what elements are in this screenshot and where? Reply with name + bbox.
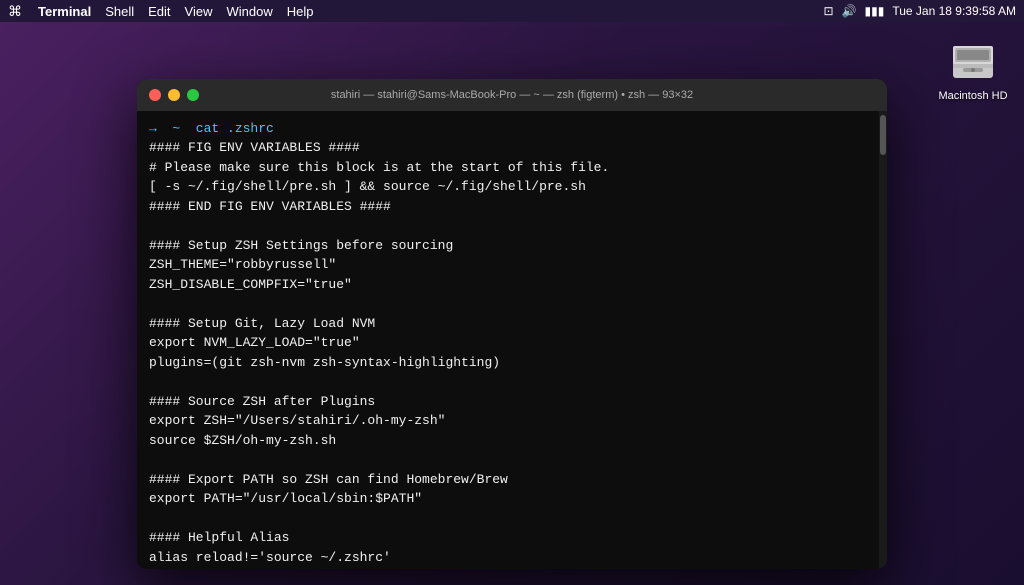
macintosh-hd-icon[interactable]: Macintosh HD (938, 38, 1008, 102)
terminal-output[interactable]: → ~ cat .zshrc #### FIG ENV VARIABLES ##… (137, 111, 879, 569)
line-22: #### Helpful Alias (149, 530, 289, 545)
terminal-titlebar: stahiri — stahiri@Sams-MacBook-Pro — ~ —… (137, 79, 887, 111)
line-16: export ZSH="/Users/stahiri/.oh-my-zsh" (149, 413, 445, 428)
line-15: #### Source ZSH after Plugins (149, 394, 375, 409)
menu-view[interactable]: View (185, 4, 213, 19)
terminal-window: stahiri — stahiri@Sams-MacBook-Pro — ~ —… (137, 79, 887, 569)
window-title: stahiri — stahiri@Sams-MacBook-Pro — ~ —… (331, 89, 693, 101)
menu-window[interactable]: Window (227, 4, 273, 19)
menubar-right: ⊡ 🔊 ▮▮▮ Tue Jan 18 9:39:58 AM (824, 4, 1016, 18)
line-3: # Please make sure this block is at the … (149, 160, 609, 175)
prompt-line-1: → ~ cat .zshrc (149, 121, 274, 136)
datetime: Tue Jan 18 9:39:58 AM (892, 4, 1016, 18)
traffic-lights (149, 89, 199, 101)
menu-terminal[interactable]: Terminal (38, 4, 91, 19)
line-5: #### END FIG ENV VARIABLES #### (149, 199, 391, 214)
apple-menu[interactable]: ⌘ (8, 3, 22, 20)
menubar-items: Terminal Shell Edit View Window Help (38, 4, 314, 19)
hd-drive-graphic (949, 38, 997, 86)
line-23: alias reload!='source ~/.zshrc' (149, 550, 391, 565)
menu-help[interactable]: Help (287, 4, 314, 19)
wifi-icon[interactable]: ⊡ (824, 4, 834, 18)
terminal-scrollbar[interactable] (879, 111, 887, 569)
maximize-button[interactable] (187, 89, 199, 101)
battery-icon[interactable]: ▮▮▮ (865, 4, 885, 18)
line-13: plugins=(git zsh-nvm zsh-syntax-highligh… (149, 355, 500, 370)
line-7: #### Setup ZSH Settings before sourcing (149, 238, 453, 253)
desktop: Macintosh HD stahiri — stahiri@Sams-MacB… (0, 22, 1024, 585)
terminal-body[interactable]: → ~ cat .zshrc #### FIG ENV VARIABLES ##… (137, 111, 887, 569)
menu-shell[interactable]: Shell (105, 4, 134, 19)
line-19: #### Export PATH so ZSH can find Homebre… (149, 472, 508, 487)
sound-icon[interactable]: 🔊 (842, 4, 857, 18)
line-2: #### FIG ENV VARIABLES #### (149, 140, 360, 155)
menubar: ⌘ Terminal Shell Edit View Window Help ⊡… (0, 0, 1024, 22)
minimize-button[interactable] (168, 89, 180, 101)
line-17: source $ZSH/oh-my-zsh.sh (149, 433, 336, 448)
line-9: ZSH_DISABLE_COMPFIX="true" (149, 277, 352, 292)
scrollbar-thumb[interactable] (880, 115, 886, 155)
line-4: [ -s ~/.fig/shell/pre.sh ] && source ~/.… (149, 179, 586, 194)
macintosh-hd-label: Macintosh HD (938, 90, 1007, 102)
menu-edit[interactable]: Edit (148, 4, 170, 19)
line-11: #### Setup Git, Lazy Load NVM (149, 316, 375, 331)
line-8: ZSH_THEME="robbyrussell" (149, 257, 336, 272)
close-button[interactable] (149, 89, 161, 101)
line-12: export NVM_LAZY_LOAD="true" (149, 335, 360, 350)
line-20: export PATH="/usr/local/sbin:$PATH" (149, 491, 422, 506)
